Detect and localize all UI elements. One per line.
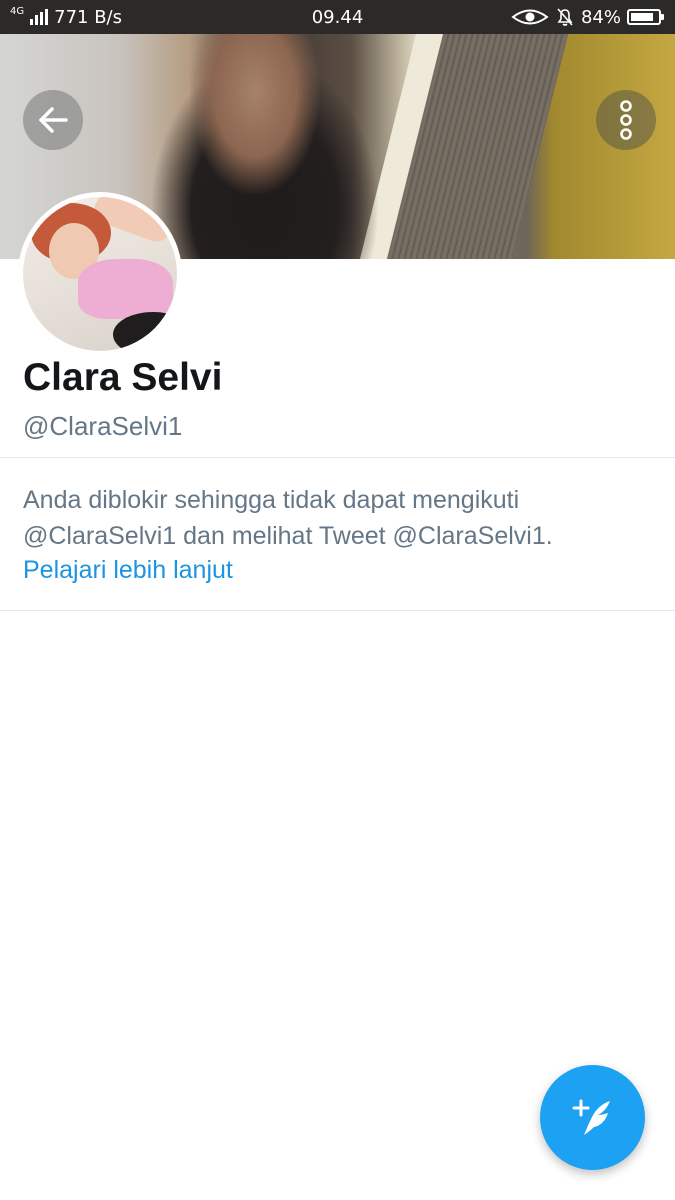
vertical-dots-icon [620, 100, 632, 140]
divider-top [0, 457, 675, 458]
avatar-image [23, 197, 177, 351]
compose-tweet-button[interactable] [540, 1065, 645, 1170]
blocked-message-line-1: Anda diblokir sehingga tidak dapat mengi… [23, 486, 520, 514]
more-options-button[interactable] [596, 90, 656, 150]
status-time: 09.44 [311, 6, 364, 28]
network-speed: 771 B/s [54, 6, 122, 28]
back-button[interactable] [23, 90, 83, 150]
muted-bell-icon [557, 8, 573, 26]
status-right: 84% [511, 6, 664, 28]
signal-icon [30, 9, 49, 25]
battery-icon [627, 9, 664, 25]
avatar[interactable] [18, 192, 182, 356]
battery-percent: 84% [580, 6, 621, 28]
divider-bottom [0, 610, 675, 611]
network-type: 4G [10, 6, 25, 17]
compose-tweet-icon [572, 1099, 610, 1135]
blocked-message-line-2: @ClaraSelvi1 dan melihat Tweet @ClaraSel… [23, 522, 553, 550]
status-bar: 4G 771 B/s 09.44 84% [0, 0, 675, 34]
profile-handle: @ClaraSelvi1 [23, 411, 183, 441]
status-left: 4G 771 B/s [10, 7, 122, 28]
arrow-left-icon [39, 107, 68, 133]
learn-more-link[interactable]: Pelajari lebih lanjut [23, 553, 233, 587]
profile-name: Clara Selvi [23, 356, 223, 399]
eye-icon [511, 9, 549, 25]
blocked-message: Anda diblokir sehingga tidak dapat mengi… [23, 482, 663, 554]
